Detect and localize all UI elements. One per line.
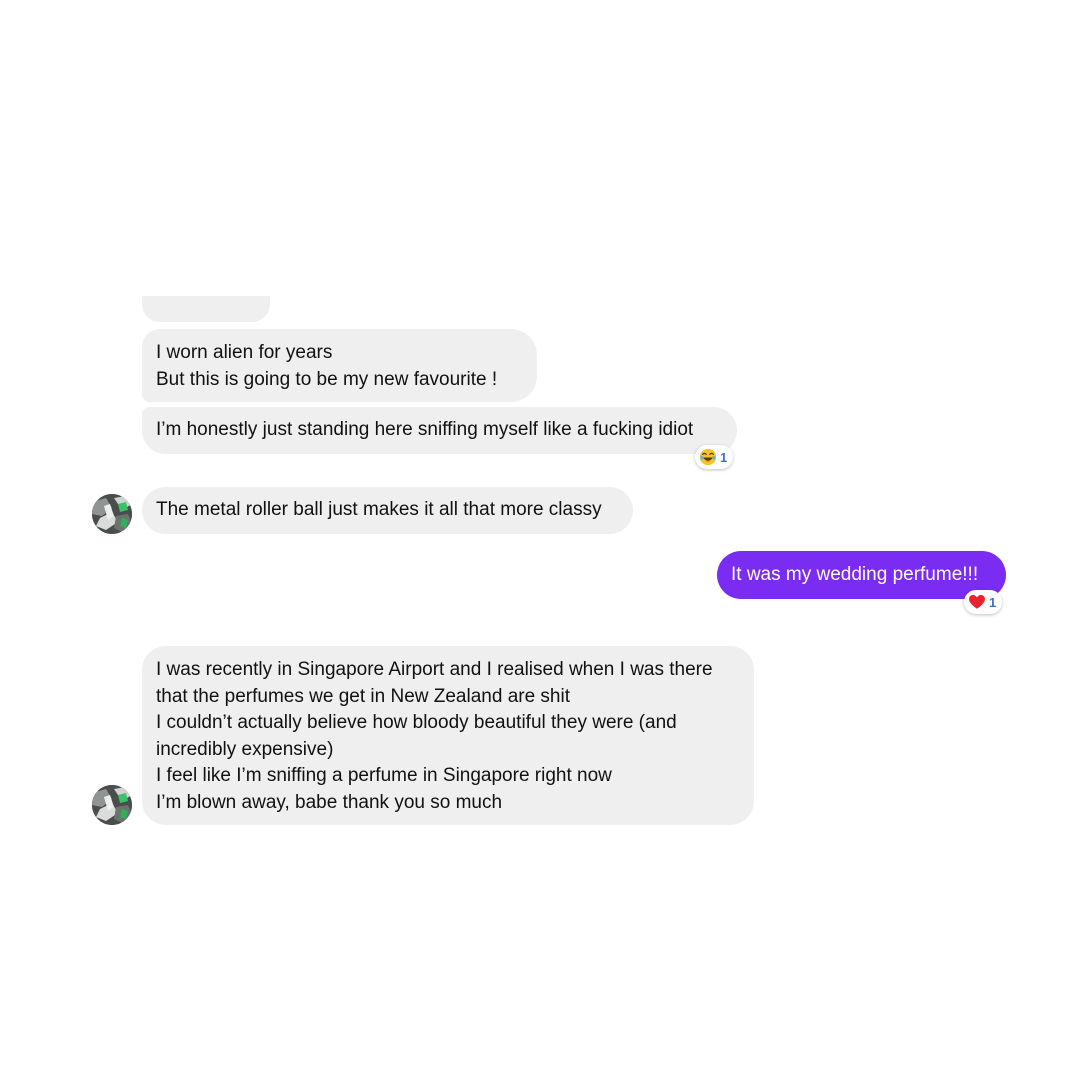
message-text-line: But this is going to be my new favourite… bbox=[156, 368, 498, 390]
message-text-line: I’m honestly just standing here sniffing… bbox=[156, 419, 694, 440]
message-text-line: I’m blown away, babe thank you so much bbox=[156, 791, 503, 813]
message-text-line: I couldn’t actually believe how bloody b… bbox=[156, 712, 677, 733]
avatar-image bbox=[92, 785, 132, 825]
message-text-line: I worn alien for years bbox=[156, 342, 333, 363]
message-text-line: The metal roller ball just makes it all … bbox=[156, 499, 602, 520]
incoming-message-bubble[interactable]: I was recently in Singapore Airport and … bbox=[142, 646, 754, 825]
message-reaction-badge[interactable]: 1 bbox=[695, 445, 734, 469]
message-text-line: I was recently in Singapore Airport and … bbox=[156, 659, 713, 680]
incoming-message-bubble[interactable]: The metal roller ball just makes it all … bbox=[142, 487, 633, 534]
red-heart-icon bbox=[969, 594, 985, 609]
contact-avatar[interactable] bbox=[92, 494, 132, 534]
chat-thread: I worn alien for years But this is going… bbox=[0, 0, 1080, 1080]
message-reaction-badge[interactable]: 1 bbox=[964, 590, 1003, 614]
message-text-line: I feel like I’m sniffing a perfume in Si… bbox=[156, 765, 612, 786]
contact-avatar[interactable] bbox=[92, 785, 132, 825]
message-text-line: that the perfumes we get in New Zealand … bbox=[156, 685, 571, 707]
incoming-message-bubble[interactable]: I’m honestly just standing here sniffing… bbox=[142, 407, 737, 454]
reaction-count: 1 bbox=[720, 449, 728, 465]
message-text-line: It was my wedding perfume!!! bbox=[731, 564, 979, 585]
message-text-line: incredibly expensive) bbox=[156, 738, 334, 760]
reaction-count: 1 bbox=[989, 594, 997, 610]
avatar-image bbox=[92, 494, 132, 534]
incoming-message-bubble[interactable]: I worn alien for years But this is going… bbox=[142, 329, 537, 402]
previous-message-bubble-partial[interactable] bbox=[142, 296, 270, 322]
outgoing-message-bubble[interactable]: It was my wedding perfume!!! bbox=[717, 551, 1006, 599]
laughing-face-icon bbox=[699, 448, 717, 466]
